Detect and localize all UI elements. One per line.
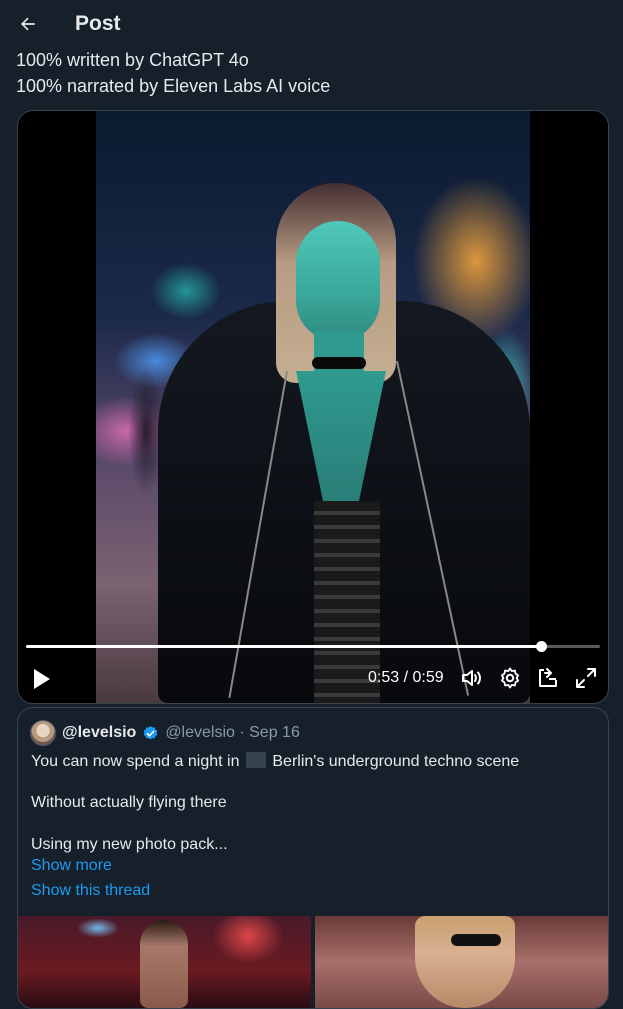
quoted-post[interactable]: @levelsio @levelsio · Sep 16 You can now…	[17, 707, 609, 1009]
video-subject-face	[296, 221, 380, 341]
quoted-post-header: @levelsio @levelsio · Sep 16	[30, 720, 300, 746]
pip-icon	[539, 668, 557, 687]
video-progress-bar[interactable]	[26, 641, 600, 652]
arrow-left-icon	[21, 17, 35, 31]
avatar[interactable]	[30, 720, 56, 746]
post-line-2: 100% narrated by Eleven Labs AI voice	[16, 76, 331, 96]
show-more-link[interactable]: Show more	[31, 857, 112, 875]
quoted-text-line-3: Using my new photo pack...	[31, 836, 228, 853]
page-title: Post	[75, 12, 121, 35]
post-text: 100% written by ChatGPT 4o 100% narrated…	[16, 47, 606, 99]
video-frame[interactable]	[96, 111, 530, 703]
quoted-display-name[interactable]: @levelsio	[62, 724, 136, 742]
settings-icon	[501, 667, 519, 689]
quoted-handle-date: @levelsio · Sep 16	[165, 724, 300, 741]
quoted-image-1[interactable]	[18, 916, 311, 1008]
play-button[interactable]	[32, 667, 52, 691]
quoted-image-2-choker	[451, 934, 501, 946]
top-bar: Post	[0, 0, 623, 48]
quoted-image-2-subject	[415, 916, 515, 1008]
quoted-text-line-1: You can now spend a night in Berlin's un…	[31, 752, 519, 771]
flag-emoji-icon	[245, 752, 266, 768]
quoted-image-1-subject	[140, 920, 188, 1008]
volume-button[interactable]	[460, 666, 484, 690]
play-icon	[34, 669, 50, 689]
quoted-image-2[interactable]	[315, 916, 608, 1008]
video-progress-handle[interactable]	[535, 641, 547, 652]
fullscreen-icon	[576, 668, 596, 688]
settings-button[interactable]	[498, 666, 522, 690]
video-time: 0:53 / 0:59	[368, 669, 444, 686]
video-subject-choker	[312, 357, 366, 369]
video-controls: 0:53 / 0:59	[18, 659, 608, 699]
quoted-text-line-1-end: Berlin's underground techno scene	[272, 753, 520, 770]
verified-badge-icon	[144, 725, 158, 740]
fullscreen-button[interactable]	[574, 666, 598, 690]
picture-in-picture-button[interactable]	[536, 666, 560, 690]
quoted-text-line-1-start: You can now spend a night in	[31, 753, 240, 770]
post-line-1: 100% written by ChatGPT 4o	[16, 50, 249, 70]
back-button[interactable]	[14, 10, 42, 38]
video-player[interactable]: 0:53 / 0:59	[17, 110, 609, 704]
video-progress-fill	[26, 645, 542, 648]
volume-icon	[462, 670, 481, 686]
show-thread-link[interactable]: Show this thread	[31, 882, 150, 900]
quoted-text-line-2: Without actually flying there	[31, 794, 227, 811]
